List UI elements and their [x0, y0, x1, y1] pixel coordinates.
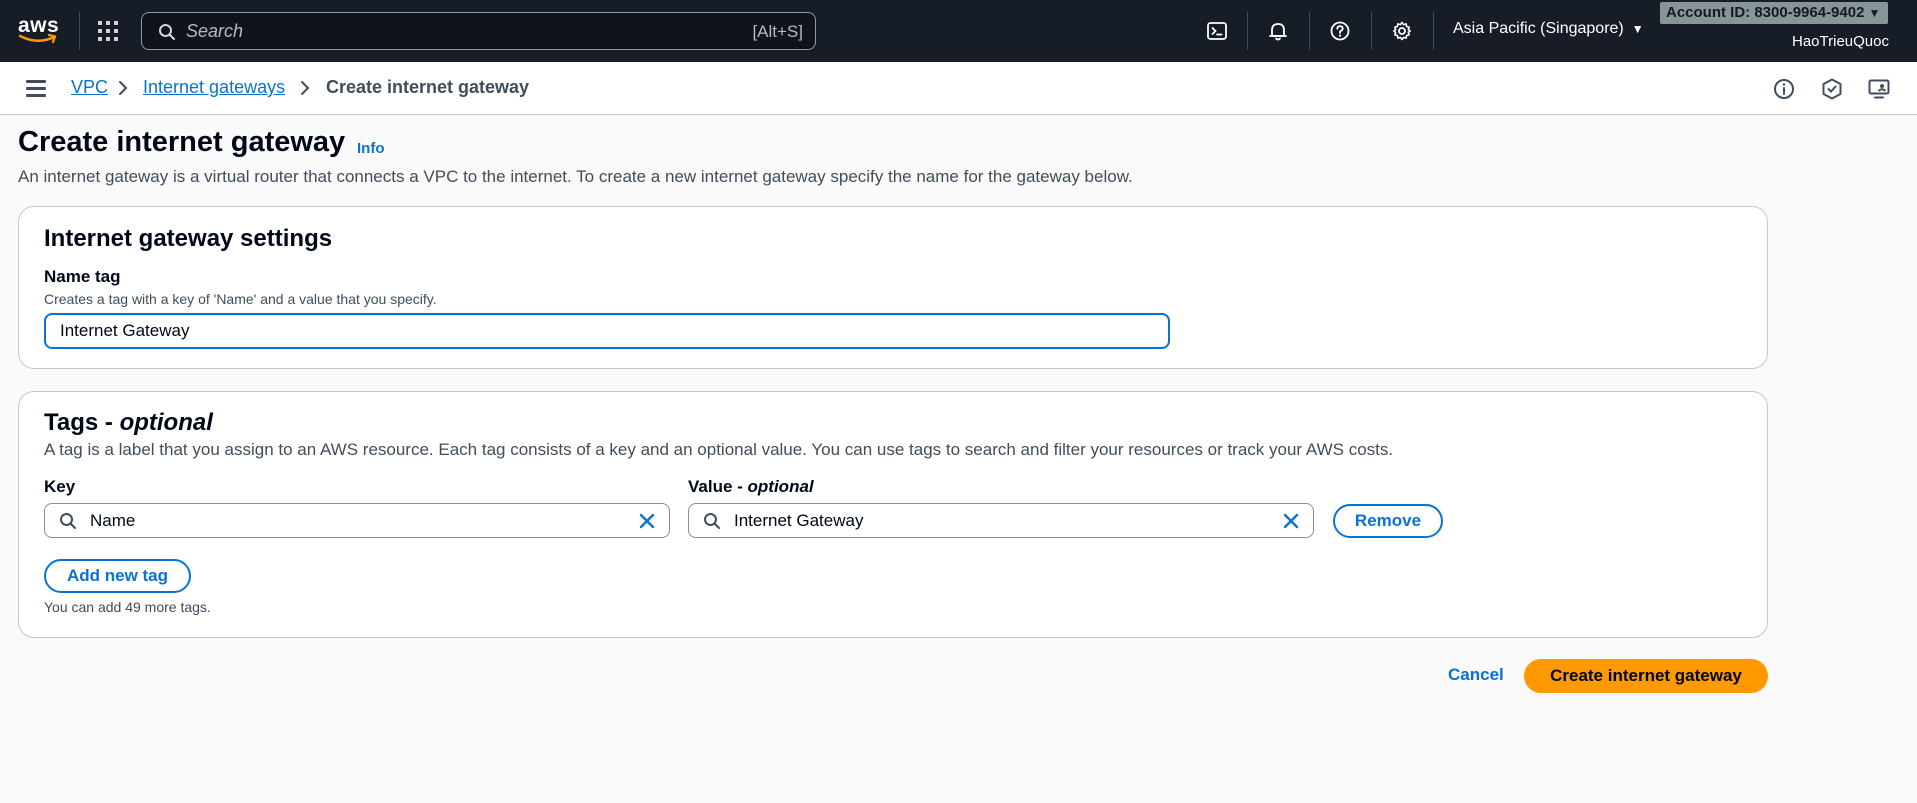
username[interactable]: HaoTrieuQuoc — [1792, 33, 1889, 50]
nav-divider — [79, 12, 80, 50]
value-label-main: Value - — [688, 477, 748, 496]
tags-title-optional: optional — [119, 409, 213, 436]
search-icon — [159, 24, 175, 40]
breadcrumb-current: Create internet gateway — [326, 77, 530, 97]
help-icon[interactable] — [1326, 17, 1354, 45]
page-title: Create internet gateway — [18, 126, 346, 158]
search-icon — [704, 513, 720, 529]
settings-card: Internet gateway settings Name tag Creat… — [18, 206, 1768, 369]
info-link[interactable]: Info — [357, 140, 385, 157]
info-panel-icon[interactable] — [1772, 77, 1796, 101]
tags-card: Tags - optional A tag is a label that yo… — [18, 391, 1768, 638]
clear-value-icon[interactable] — [1281, 511, 1301, 531]
services-grid-icon[interactable] — [98, 21, 118, 41]
value-label-optional: optional — [747, 477, 814, 496]
feedback-icon[interactable] — [1867, 77, 1891, 101]
cloudshell-icon[interactable] — [1203, 17, 1231, 45]
gear-icon[interactable] — [1388, 17, 1416, 45]
aws-smile-icon — [18, 34, 57, 44]
add-new-tag-button[interactable]: Add new tag — [44, 559, 191, 593]
tags-title: Tags - optional — [44, 409, 213, 437]
caret-down-icon: ▼ — [1868, 6, 1881, 20]
breadcrumb-internet-gateways[interactable]: Internet gateways — [143, 77, 285, 98]
name-tag-hint: Creates a tag with a key of 'Name' and a… — [44, 291, 437, 307]
chevron-right-icon — [301, 81, 310, 95]
create-internet-gateway-button[interactable]: Create internet gateway — [1524, 659, 1768, 693]
account-id: Account ID: 8300-9964-9402 — [1666, 4, 1865, 21]
nav-divider — [1309, 12, 1310, 50]
breadcrumb-vpc[interactable]: VPC — [71, 77, 108, 98]
search-icon — [60, 513, 76, 529]
settings-title: Internet gateway settings — [44, 225, 333, 252]
remove-tag-button[interactable]: Remove — [1333, 504, 1443, 538]
account-menu[interactable]: Account ID: 8300-9964-9402 ▼ — [1660, 2, 1889, 24]
name-tag-label: Name tag — [44, 267, 121, 286]
search-shortcut: [Alt+S] — [752, 22, 803, 41]
menu-icon[interactable] — [26, 80, 48, 98]
breadcrumb-bar: VPC Internet gateways Create internet ga… — [0, 62, 1917, 115]
key-label: Key — [44, 477, 76, 496]
nav-divider — [1433, 12, 1434, 50]
search-input[interactable] — [186, 19, 666, 43]
chevron-right-icon — [119, 81, 128, 95]
bell-icon[interactable] — [1264, 17, 1292, 45]
nav-divider — [1247, 12, 1248, 50]
clear-key-icon[interactable] — [637, 511, 657, 531]
name-tag-input[interactable] — [44, 313, 1170, 349]
tag-key-value[interactable]: Name — [90, 511, 135, 531]
tag-key-field[interactable]: Name — [44, 503, 670, 538]
security-hexagon-icon[interactable] — [1820, 77, 1844, 101]
region-label: Asia Pacific (Singapore) — [1453, 20, 1624, 37]
page-description: An internet gateway is a virtual router … — [18, 167, 1133, 186]
top-navigation: aws [Alt+S] — [0, 0, 1917, 62]
tag-value-field[interactable]: Internet Gateway — [688, 503, 1314, 538]
nav-divider — [1371, 12, 1372, 50]
cancel-button[interactable]: Cancel — [1448, 665, 1504, 685]
tags-remaining-hint: You can add 49 more tags. — [44, 599, 211, 615]
region-selector[interactable]: Asia Pacific (Singapore) ▼ — [1453, 20, 1644, 38]
caret-down-icon: ▼ — [1631, 22, 1644, 36]
search-box[interactable]: [Alt+S] — [141, 12, 816, 50]
tag-value-value[interactable]: Internet Gateway — [734, 511, 863, 531]
tags-description: A tag is a label that you assign to an A… — [44, 440, 1394, 459]
value-label: Value - optional — [688, 477, 814, 497]
tags-title-main: Tags - — [44, 409, 120, 436]
aws-logo[interactable]: aws — [18, 14, 60, 44]
